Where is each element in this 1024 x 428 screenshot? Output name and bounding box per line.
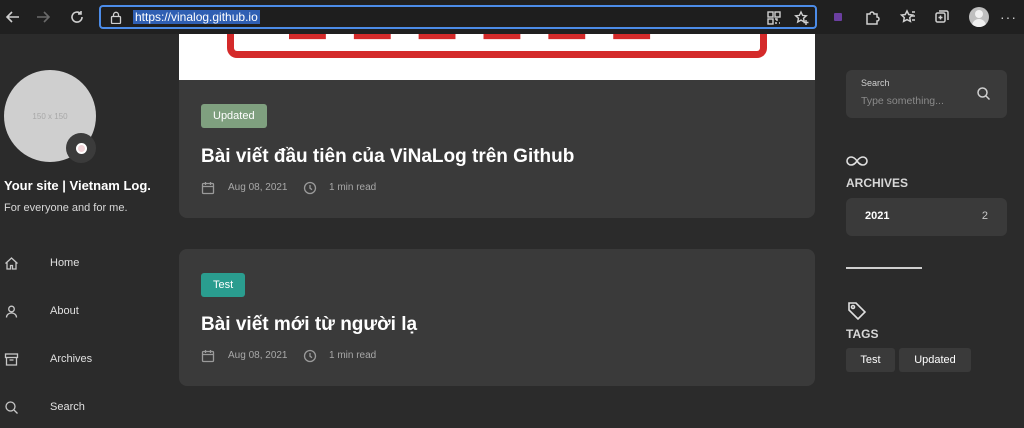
calendar-icon — [201, 350, 215, 363]
post-read-time: 1 min read — [329, 350, 377, 361]
clock-icon — [303, 349, 317, 363]
lock-icon — [110, 11, 122, 24]
forward-arrow-icon — [37, 11, 51, 23]
post-read-time: 1 min read — [329, 182, 377, 193]
refresh-button[interactable] — [66, 6, 88, 28]
add-favorite-button[interactable] — [794, 10, 810, 26]
post-date: Aug 08, 2021 — [228, 182, 288, 193]
nav-item-archives[interactable]: Archives — [0, 350, 140, 370]
back-arrow-icon — [5, 11, 19, 23]
profile-icon[interactable] — [969, 7, 989, 27]
nav-label: Home — [50, 257, 80, 269]
page: 150 x 150 Your site | Vietnam Log. For e… — [0, 34, 1024, 428]
archives-heading: ARCHIVES — [846, 176, 909, 190]
clock-icon — [303, 181, 317, 195]
post-tag[interactable]: Test — [201, 273, 246, 297]
avatar[interactable]: 150 x 150 — [4, 70, 96, 163]
archive-icon — [4, 353, 19, 366]
extension-icon — [834, 13, 842, 21]
user-icon — [5, 305, 18, 318]
search-icon — [977, 87, 991, 101]
divider — [846, 267, 922, 269]
favorite-add-icon — [794, 10, 809, 25]
calendar-icon — [201, 182, 215, 195]
site-title[interactable]: Your site | Vietnam Log. — [4, 178, 151, 193]
nav-item-home[interactable]: Home — [0, 254, 140, 274]
nav-label: About — [50, 305, 79, 317]
nav-item-search[interactable]: Search — [0, 398, 140, 418]
search-submit-button[interactable] — [976, 86, 991, 101]
puzzle-icon — [866, 11, 880, 25]
collections-button[interactable] — [933, 8, 951, 26]
post-date: Aug 08, 2021 — [228, 350, 288, 361]
post-title[interactable]: Bài viết mới từ người lạ — [201, 314, 417, 336]
archive-year: 2021 — [865, 210, 890, 222]
qr-code-icon — [767, 11, 781, 25]
address-bar[interactable]: https://vinalog.github.io — [99, 5, 817, 29]
forward-button[interactable] — [32, 6, 54, 28]
post-tag[interactable]: Updated — [201, 104, 267, 128]
post-cover-image[interactable]: ▀▀▀▀▀▀ — [179, 34, 815, 80]
post-title[interactable]: Bài viết đầu tiên của ViNaLog trên Githu… — [201, 146, 574, 168]
tag-icon — [846, 300, 868, 321]
extension-button[interactable] — [829, 8, 847, 26]
refresh-icon — [71, 11, 83, 23]
home-icon — [5, 257, 18, 270]
favorites-icon — [899, 9, 915, 23]
nav-label: Archives — [50, 353, 93, 365]
search-label: Search — [861, 78, 890, 88]
post-meta: Aug 08, 2021 1 min read — [201, 180, 501, 196]
tag-updated[interactable]: Updated — [899, 348, 971, 372]
infinity-icon — [846, 151, 868, 171]
archive-item[interactable]: 2021 2 — [846, 198, 1007, 236]
search-input[interactable] — [861, 93, 971, 109]
favorites-button[interactable] — [899, 8, 917, 26]
nav-label: Search — [50, 401, 85, 413]
post-card[interactable]: Test Bài viết mới từ người lạ Aug 08, 20… — [179, 249, 815, 386]
tags-heading: TAGS — [846, 327, 879, 341]
collections-icon — [935, 10, 949, 23]
archive-count: 2 — [981, 210, 988, 222]
post-card[interactable]: Updated Bài viết đầu tiên của ViNaLog tr… — [179, 80, 815, 218]
avatar-status-badge — [66, 133, 96, 163]
site-subtitle: For everyone and for me. — [4, 202, 128, 214]
more-icon[interactable]: ··· — [1000, 9, 1018, 25]
avatar-placeholder-text: 150 x 150 — [32, 111, 68, 121]
nav-item-about[interactable]: About — [0, 302, 140, 322]
post-meta: Aug 08, 2021 1 min read — [201, 348, 501, 364]
qr-code-button[interactable] — [766, 10, 782, 26]
search-icon — [5, 401, 18, 414]
search-widget[interactable]: Search — [846, 70, 1007, 118]
browser-toolbar: https://vinalog.github.io ··· — [0, 0, 1024, 34]
extensions-button[interactable] — [863, 8, 881, 26]
tag-test[interactable]: Test — [846, 348, 895, 372]
back-button[interactable] — [2, 6, 24, 28]
url-text[interactable]: https://vinalog.github.io — [133, 10, 260, 24]
